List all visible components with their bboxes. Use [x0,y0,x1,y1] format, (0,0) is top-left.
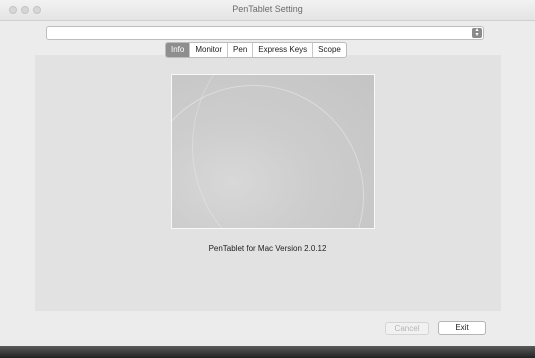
tab-bar: Info Monitor Pen Express Keys Scope [165,42,347,58]
cancel-button[interactable]: Cancel [385,322,429,335]
window-title: PenTablet Setting [232,4,303,14]
exit-button[interactable]: Exit [438,321,486,335]
device-select[interactable]: ▴ ▾ [46,26,484,40]
settings-window: PenTablet Setting ▴ ▾ Info Monitor Pen Ex… [0,0,535,346]
tab-info[interactable]: Info [166,43,190,57]
title-bar: PenTablet Setting [0,0,535,21]
tab-pen[interactable]: Pen [227,43,252,57]
tab-monitor[interactable]: Monitor [189,43,227,57]
up-down-arrows-icon[interactable]: ▴ ▾ [472,27,482,38]
product-image [171,74,375,229]
version-label: PenTablet for Mac Version 2.0.12 [208,244,327,253]
dock-bar [0,346,535,358]
tab-express-keys[interactable]: Express Keys [252,43,312,57]
tab-scope[interactable]: Scope [312,43,346,57]
